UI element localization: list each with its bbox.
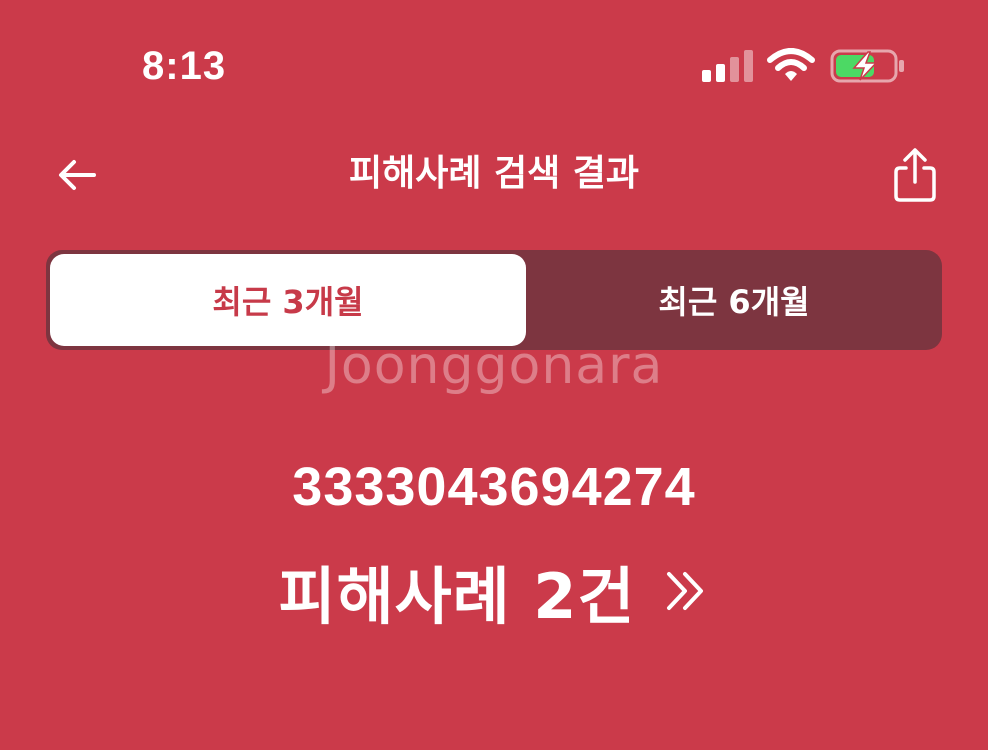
status-time: 8:13 [142, 44, 227, 88]
tab-recent-6-months[interactable]: 최근 6개월 [530, 254, 938, 346]
cellular-signal-icon [702, 50, 753, 82]
navigation-bar: 피해사례 검색 결과 [0, 130, 988, 220]
share-icon [894, 148, 936, 202]
double-chevron-right-icon [667, 572, 704, 610]
share-button[interactable] [888, 144, 942, 204]
damage-case-count: 피해사례 2건 [278, 560, 636, 633]
damage-cases-link[interactable]: 피해사례 2건 [0, 546, 988, 636]
period-segmented-control: 최근 3개월 최근 6개월 [46, 250, 942, 350]
watermark: Joonggonara [324, 336, 664, 396]
status-bar: 8:13 [0, 0, 988, 120]
searched-account-number: 3333043694274 [292, 457, 696, 517]
tab-recent-3-months[interactable]: 최근 3개월 [50, 254, 526, 346]
page-title: 피해사례 검색 결과 [348, 153, 640, 194]
battery-charging-icon [830, 49, 904, 83]
wifi-icon [767, 48, 815, 81]
